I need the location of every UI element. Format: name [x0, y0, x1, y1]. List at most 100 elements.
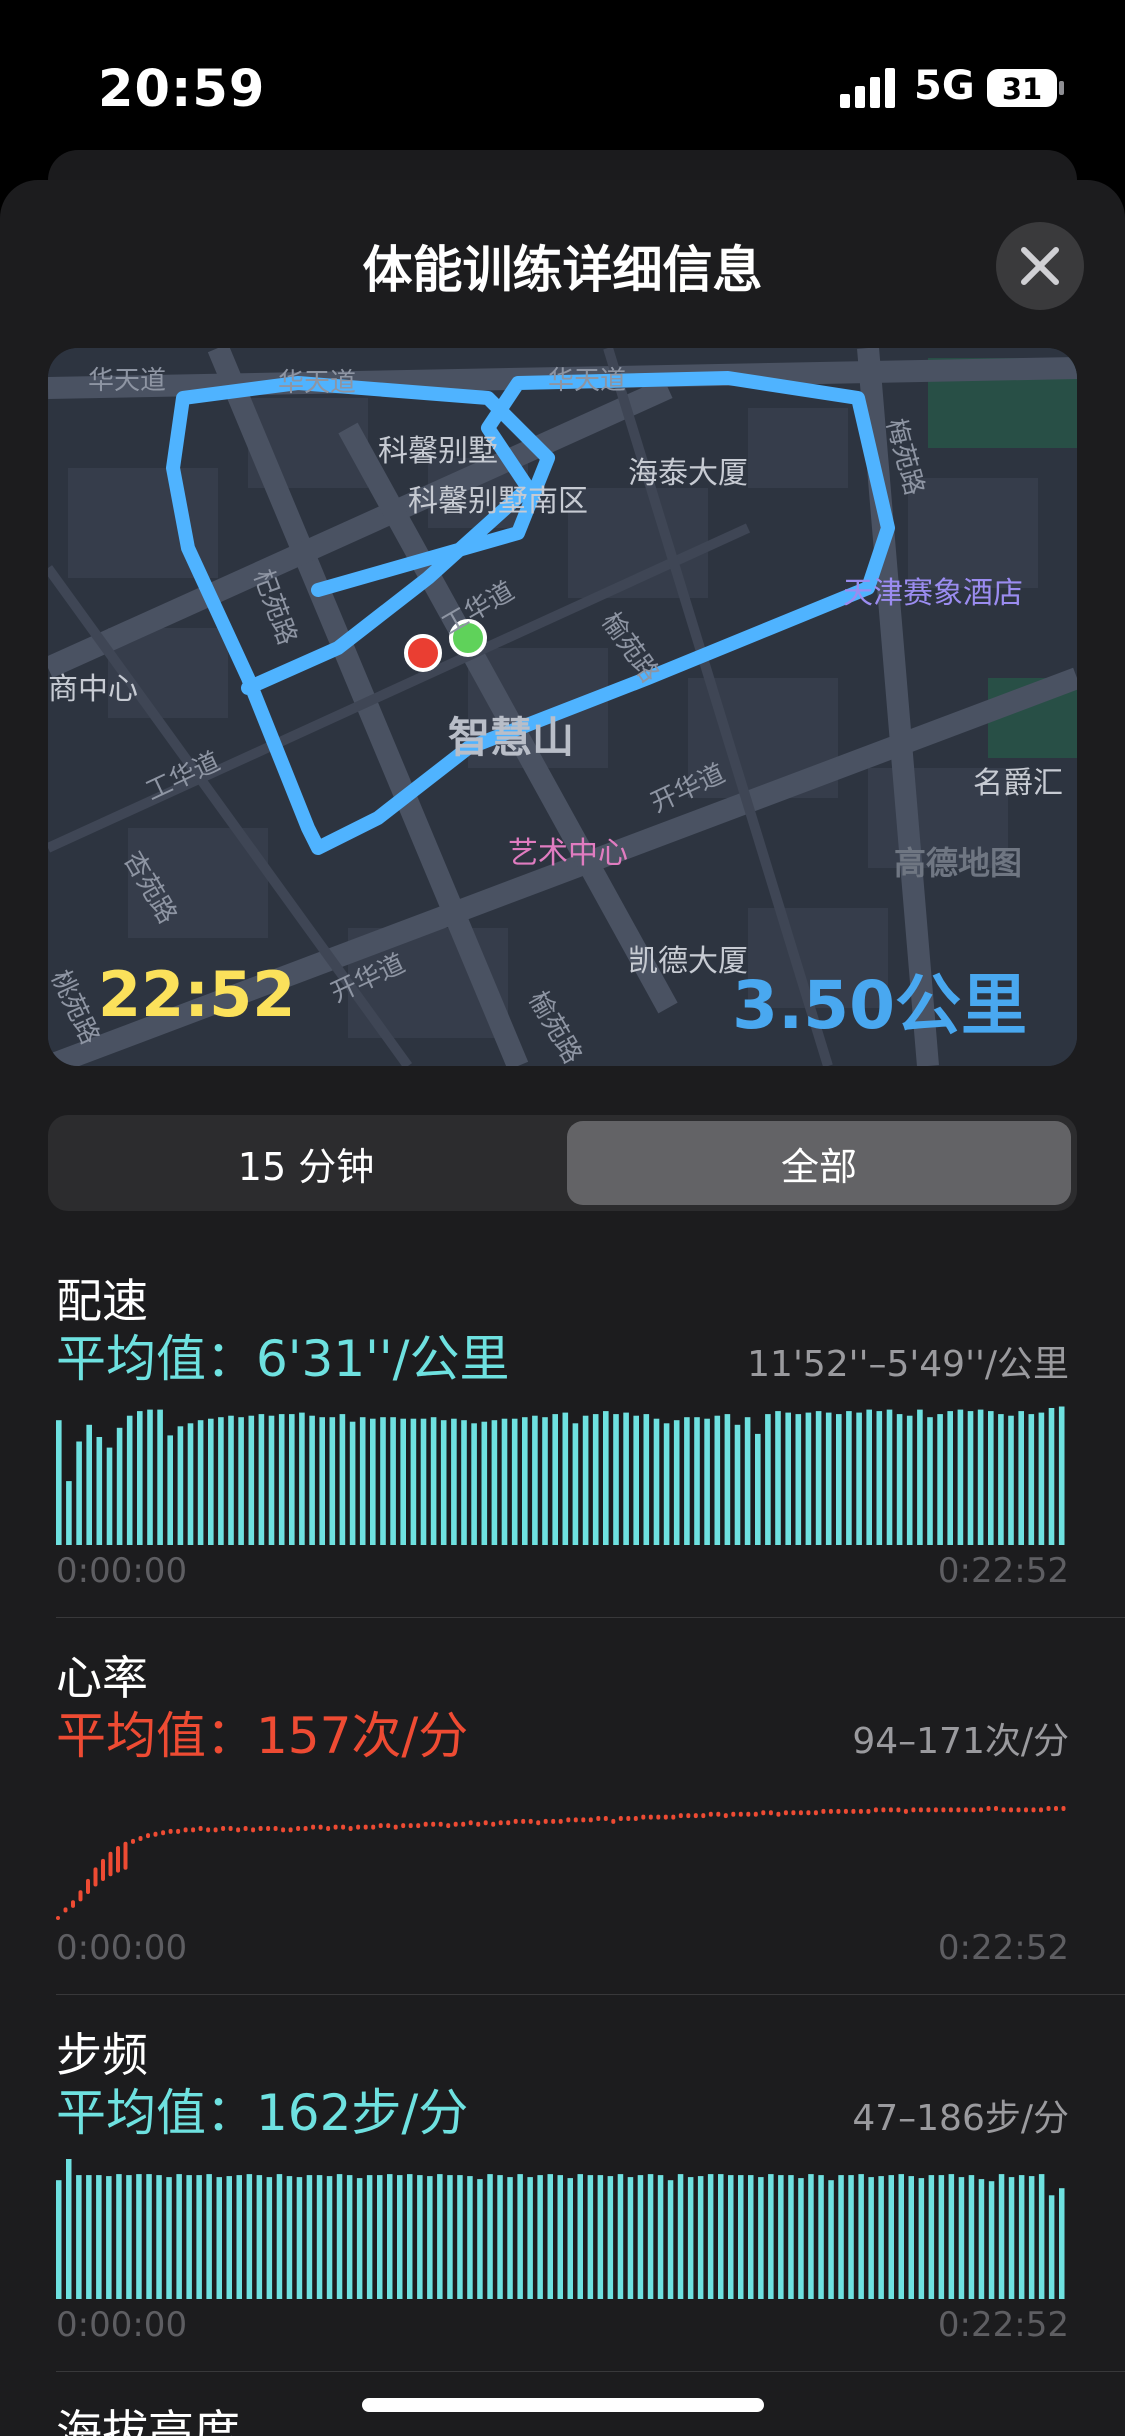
chart-bar	[481, 1421, 488, 1545]
chart-bar	[228, 1415, 234, 1545]
chart-bar	[517, 2174, 523, 2299]
chart-bar	[511, 1418, 518, 1545]
cadence-range: 47–186步/分	[852, 2098, 1069, 2139]
chart-bar	[977, 1409, 984, 1545]
chart-point	[956, 1807, 961, 1813]
chart-point	[528, 1818, 533, 1824]
chart-point	[146, 1833, 150, 1839]
chart-point	[423, 1821, 428, 1827]
chart-bar	[299, 1412, 305, 1545]
chart-point	[1016, 1807, 1021, 1813]
chart-bar	[278, 1414, 285, 1545]
chart-point	[731, 1811, 736, 1817]
chart-point	[431, 1821, 436, 1827]
chart-point	[356, 1824, 361, 1830]
chart-bar	[937, 1414, 943, 1545]
chart-point	[266, 1826, 271, 1831]
chart-bar	[1018, 1411, 1024, 1545]
chart-bar	[427, 2176, 433, 2299]
chart-bar	[116, 2174, 122, 2299]
chart-point	[633, 1816, 638, 1821]
route-map[interactable]: 华天道 华天道 华天道 科馨别墅 科馨别墅南区 海泰大厦 天津赛象酒店 商中心 …	[48, 348, 1077, 1066]
chart-bar	[577, 2174, 583, 2299]
pace-chart[interactable]	[56, 1405, 1069, 1545]
chart-bar	[66, 2159, 72, 2299]
chart-bar	[947, 1411, 953, 1545]
chart-bar	[1038, 1412, 1045, 1545]
pace-range: 11'52''–5'49''/公里	[747, 1344, 1069, 1385]
chart-point	[686, 1813, 691, 1819]
chart-bar	[407, 2174, 413, 2299]
chart-bar	[527, 2177, 533, 2299]
heart-rate-chart[interactable]	[56, 1782, 1069, 1922]
segment-15-min[interactable]: 15 分钟	[54, 1121, 558, 1205]
chart-point	[386, 1823, 391, 1829]
chart-bar	[186, 2175, 192, 2299]
chart-bar	[948, 2174, 955, 2299]
chart-point	[768, 1810, 773, 1816]
chart-point	[858, 1808, 863, 1814]
chart-point	[393, 1824, 398, 1830]
chart-point	[716, 1811, 721, 1817]
chart-bar	[1048, 1408, 1055, 1545]
map-label-mingjuehui: 名爵汇	[973, 766, 1063, 801]
chart-point	[483, 1820, 488, 1826]
chart-bar	[704, 1418, 710, 1545]
chart-bar	[818, 2175, 824, 2299]
chart-bar	[286, 2176, 293, 2299]
pace-end-time: 0:22:52	[937, 1551, 1069, 1591]
chart-bar	[1058, 1406, 1065, 1545]
map-label-huatian: 华天道	[548, 366, 627, 396]
chart-point	[438, 1821, 443, 1827]
heart-rate-range: 94–171次/分	[852, 1721, 1069, 1762]
chart-point	[236, 1827, 241, 1833]
chart-point	[761, 1810, 766, 1816]
chart-point	[708, 1811, 713, 1817]
chart-point	[416, 1823, 421, 1829]
chart-point	[123, 1841, 128, 1870]
cadence-chart[interactable]	[56, 2159, 1069, 2299]
chart-bar	[825, 1412, 832, 1545]
heart-rate-end-time: 0:22:52	[937, 1928, 1069, 1968]
chart-point	[311, 1824, 316, 1830]
chart-bar	[96, 1437, 103, 1545]
chart-point	[491, 1821, 496, 1827]
chart-bar	[694, 1417, 700, 1545]
chart-point	[258, 1826, 263, 1831]
chart-bar	[667, 2180, 674, 2299]
chart-bar	[938, 2175, 945, 2299]
chart-bar	[778, 2175, 784, 2299]
workout-detail-sheet: 体能训练详细信息 华天道 华天道 华天道 科馨别墅 科馨别墅南区 海泰大厦 天津…	[0, 180, 1125, 2436]
chart-point	[723, 1813, 728, 1819]
chart-point	[798, 1810, 803, 1816]
chart-bar	[928, 2175, 935, 2299]
cadence-section: 步频 平均值：162步/分 47–186步/分 0:00:00 0:22:52	[56, 2019, 1069, 2349]
chart-bar	[707, 2174, 714, 2299]
chart-bar	[296, 2177, 303, 2299]
signal-icon	[840, 68, 895, 108]
chart-bar	[755, 1433, 761, 1545]
chart-point	[1054, 1806, 1058, 1811]
chart-bar	[1048, 2195, 1055, 2299]
segment-all[interactable]: 全部	[567, 1121, 1071, 1205]
close-button[interactable]	[996, 222, 1084, 310]
chart-bar	[76, 1441, 82, 1545]
chart-bar	[491, 1420, 498, 1545]
chart-bar	[106, 2176, 112, 2299]
chart-point	[228, 1826, 233, 1831]
chart-point	[513, 1818, 518, 1824]
chart-bar	[309, 1415, 315, 1545]
chart-bar	[805, 1412, 812, 1545]
chart-bar	[724, 1414, 731, 1545]
chart-bar	[587, 2175, 594, 2299]
chart-bar	[677, 2174, 684, 2299]
chart-bar	[208, 1418, 214, 1545]
chart-point	[63, 1907, 68, 1913]
chart-point	[108, 1851, 113, 1877]
chart-point	[468, 1820, 473, 1826]
home-indicator[interactable]	[362, 2398, 764, 2412]
chart-bar	[266, 2177, 273, 2299]
chart-point	[341, 1824, 346, 1830]
chart-point	[221, 1826, 226, 1831]
chart-bar	[866, 1409, 872, 1545]
